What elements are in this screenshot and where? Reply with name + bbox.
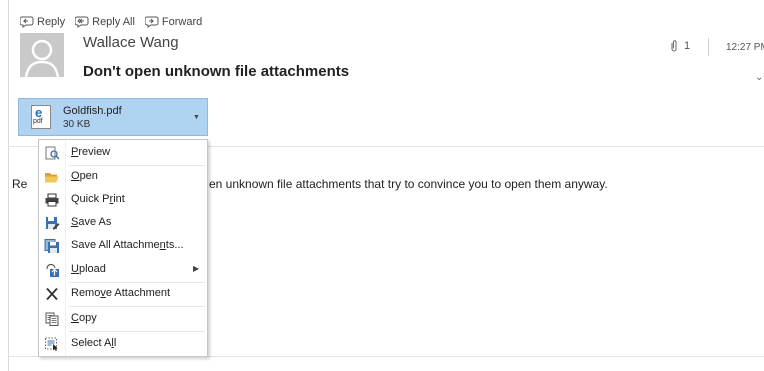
sender-name[interactable]: Wallace Wang — [83, 34, 179, 51]
attachment-dropdown-icon[interactable]: ▼ — [193, 114, 200, 121]
menu-separator — [69, 306, 205, 307]
menu-item-save-all-attachments[interactable]: Save All Attachments... — [39, 235, 207, 257]
select-all-icon — [45, 337, 58, 351]
forward-button[interactable]: Forward — [144, 16, 203, 28]
menu-item-label: Select All — [71, 337, 117, 349]
attachment-item[interactable]: e pdf Goldfish.pdf 30 KB ▼ — [18, 98, 208, 136]
printer-icon — [45, 193, 59, 207]
menu-item-label: Save As — [71, 216, 112, 228]
remove-icon — [46, 287, 58, 301]
save-as-icon — [46, 217, 60, 230]
menu-item-label: Quick Print — [71, 193, 125, 205]
menu-item-label: Copy — [71, 312, 97, 324]
message-body-start: Re — [12, 177, 28, 191]
attachment-size: 30 KB — [63, 119, 91, 130]
attachment-name: Goldfish.pdf — [63, 105, 122, 117]
message-time: 12:27 PM — [726, 42, 764, 53]
reply-all-label: Reply All — [92, 16, 135, 28]
menu-item-preview[interactable]: Preview — [39, 142, 207, 164]
menu-item-select-all[interactable]: Select All — [39, 333, 207, 355]
copy-icon — [45, 312, 59, 326]
attachment-context-menu: Preview Open Quick Print Save As Save Al… — [38, 139, 208, 357]
message-subject: Don't open unknown file attachments — [83, 63, 350, 80]
menu-item-label: Upload — [71, 263, 106, 275]
pdf-icon-type: pdf — [33, 118, 43, 125]
menu-item-copy[interactable]: Copy — [39, 308, 207, 330]
header-divider — [708, 38, 709, 56]
menu-separator — [69, 331, 205, 332]
menu-item-open[interactable]: Open — [39, 166, 207, 188]
window-left-border — [8, 0, 9, 371]
reply-all-icon — [75, 16, 89, 28]
menu-item-upload[interactable]: Upload ▶ — [39, 259, 207, 281]
attachment-count[interactable]: 1 — [670, 40, 690, 52]
message-body-text: en unknown file attachments that try to … — [209, 177, 608, 191]
menu-item-save-as[interactable]: Save As — [39, 212, 207, 234]
reply-icon — [20, 16, 34, 28]
menu-item-quick-print[interactable]: Quick Print — [39, 189, 207, 211]
preview-icon — [44, 146, 60, 160]
message-toolbar: Reply Reply All Forward — [20, 16, 202, 28]
folder-open-icon — [45, 173, 59, 183]
avatar — [20, 33, 64, 77]
submenu-arrow-icon: ▶ — [193, 264, 200, 273]
attachment-count-value: 1 — [684, 40, 691, 52]
reply-button[interactable]: Reply — [20, 16, 65, 28]
menu-item-remove-attachment[interactable]: Remove Attachment — [39, 283, 207, 305]
menu-item-label: Save All Attachments... — [71, 239, 184, 251]
expand-header-chevron-icon[interactable]: ⌄ — [755, 72, 763, 83]
person-icon — [20, 33, 64, 77]
menu-item-label: Open — [71, 170, 98, 182]
menu-item-label: Preview — [71, 146, 111, 158]
upload-icon — [46, 263, 59, 277]
reply-all-button[interactable]: Reply All — [75, 16, 135, 28]
forward-label: Forward — [161, 16, 203, 28]
paperclip-icon — [671, 40, 677, 52]
forward-icon — [144, 16, 159, 28]
save-all-icon — [44, 239, 59, 253]
pdf-file-icon: e pdf — [31, 105, 51, 129]
menu-item-label: Remove Attachment — [71, 287, 171, 299]
reply-label: Reply — [37, 16, 66, 28]
